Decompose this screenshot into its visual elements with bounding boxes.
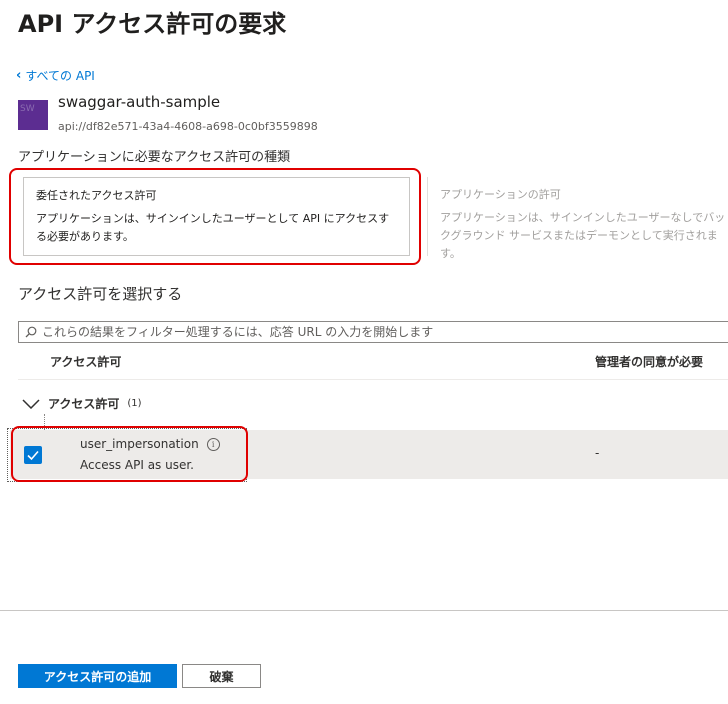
api-name: swaggar-auth-sample xyxy=(58,93,221,111)
api-logo: SW xyxy=(18,100,48,130)
user-impersonation-checkbox[interactable] xyxy=(24,446,42,464)
permission-description: Access API as user. xyxy=(80,458,194,472)
application-permissions-card[interactable]: アプリケーションの許可 アプリケーションは、サインインしたユーザーなしでバックグ… xyxy=(427,177,728,260)
page-title: API アクセス許可の要求 xyxy=(18,10,287,38)
all-apis-link-label: すべての API xyxy=(25,69,95,83)
search-icon xyxy=(25,326,37,338)
permission-name: user_impersonation xyxy=(80,437,199,451)
chevron-left-icon: ‹ xyxy=(16,68,22,83)
admin-consent-value: - xyxy=(595,446,600,460)
add-permissions-button[interactable]: アクセス許可の追加 xyxy=(18,664,177,688)
permission-group-toggle[interactable]: アクセス許可 (1) xyxy=(22,395,142,412)
all-apis-link[interactable]: ‹ すべての API xyxy=(16,67,95,84)
column-header-permission[interactable]: アクセス許可 xyxy=(50,353,121,370)
permission-name-wrap: user_impersonation i xyxy=(80,437,220,451)
header-divider xyxy=(18,379,728,380)
column-header-admin-consent[interactable]: 管理者の同意が必要 xyxy=(595,353,703,370)
request-api-permissions-panel: API アクセス許可の要求 ‹ すべての API SW swaggar-auth… xyxy=(0,0,728,704)
select-permissions-heading: アクセス許可を選択する xyxy=(18,285,183,303)
discard-button[interactable]: 破棄 xyxy=(182,664,261,688)
api-id: api://df82e571-43a4-4608-a698-0c0bf35598… xyxy=(58,120,318,133)
permission-group-count: (1) xyxy=(127,398,142,409)
delegated-permissions-card[interactable]: 委任されたアクセス許可 アプリケーションは、サインインしたユーザーとして API… xyxy=(23,177,410,256)
permission-filter-input[interactable] xyxy=(42,325,728,339)
application-permissions-title: アプリケーションの許可 xyxy=(440,188,561,201)
application-permissions-description: アプリケーションは、サインインしたユーザーなしでバックグラウンド サービスまたは… xyxy=(440,211,726,260)
footer-divider xyxy=(0,610,728,611)
chevron-down-icon xyxy=(22,398,40,409)
delegated-permissions-title: 委任されたアクセス許可 xyxy=(36,189,157,202)
info-icon[interactable]: i xyxy=(206,437,220,451)
permission-group-label: アクセス許可 xyxy=(48,397,120,411)
checkmark-icon xyxy=(27,450,39,461)
delegated-permissions-description: アプリケーションは、サインインしたユーザーとして API にアクセスする必要があ… xyxy=(36,212,390,243)
permission-type-label: アプリケーションに必要なアクセス許可の種類 xyxy=(18,150,291,165)
permission-filter-box[interactable] xyxy=(18,321,728,343)
